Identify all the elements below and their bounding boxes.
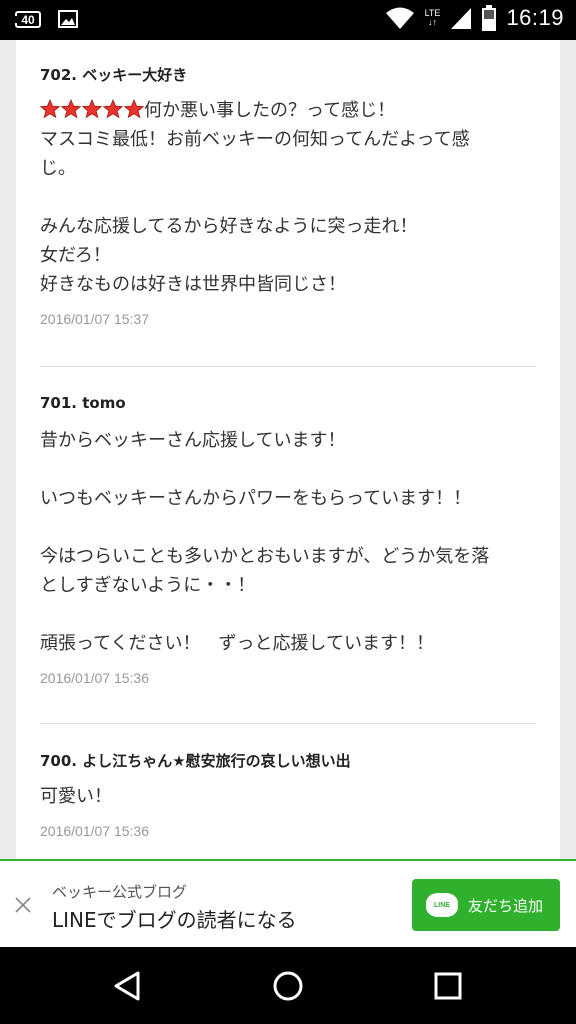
wifi-icon <box>385 7 414 29</box>
navigation-bar <box>0 947 576 1024</box>
comment-line: 今はつらいことも多いかとおもいますが、どうか気を落 <box>40 546 490 567</box>
home-icon[interactable] <box>271 969 305 1003</box>
comment-date: 2016/01/07 15:37 <box>40 311 149 327</box>
comment-item: 700. よし江ちゃん★慰安旅行の哀しい想い出 可愛い！ 2016/01/07 … <box>40 750 536 839</box>
comment-body: 何か悪い事したの？って感じ！ マスコミ最低！お前ベッキーの何知ってんだよって感 … <box>40 96 536 299</box>
comment-date: 2016/01/07 15:36 <box>40 670 149 686</box>
comment-line: みんな応援してるから好きなように突っ走れ！ <box>40 216 418 237</box>
banner-title: LINEでブログの読者になる <box>52 908 297 932</box>
svg-text:40: 40 <box>21 13 35 27</box>
clock: 16:19 <box>506 5 564 30</box>
recents-icon[interactable] <box>431 969 465 1003</box>
battery-icon <box>482 5 497 31</box>
comment-author: 700. よし江ちゃん★慰安旅行の哀しい想い出 <box>40 752 351 770</box>
back-icon[interactable] <box>111 969 145 1003</box>
status-bar: 40 LTE ↓↑ 16:19 <box>0 0 576 40</box>
banner-subtitle: ベッキー公式ブログ <box>52 883 188 901</box>
comment-line: としすぎないように・・！ <box>40 575 256 596</box>
comment-line: 可愛い！ <box>40 786 112 807</box>
close-icon[interactable] <box>13 895 33 915</box>
comment-list[interactable]: 702. ベッキー大好き 何か悪い事したの？って感じ！ マスコミ最低！お前ベッキ… <box>16 40 560 860</box>
comment-item: 701. tomo 昔からベッキーさん応援しています！ いつもベッキーさんからパ… <box>40 394 536 686</box>
divider <box>40 366 536 367</box>
comment-date: 2016/01/07 15:36 <box>40 823 149 839</box>
star-rating <box>40 99 144 119</box>
comment-line: じ。 <box>40 158 76 179</box>
notification-icon: 40 <box>14 11 41 28</box>
comment-line: 好きなものは好きは世界中皆同じさ！ <box>40 274 346 295</box>
signal-icon <box>451 8 472 29</box>
star-icon <box>103 99 123 119</box>
star-icon <box>82 99 102 119</box>
comment-line: 女だろ！ <box>40 245 111 266</box>
comment-line: 昔からベッキーさん応援しています！ <box>40 430 346 451</box>
star-icon <box>124 99 144 119</box>
star-icon <box>61 99 81 119</box>
line-logo-icon: LINE <box>426 893 458 917</box>
comment-line: いつもベッキーさんからパワーをもらっています！！ <box>40 488 472 509</box>
comment-body: 可愛い！ <box>40 782 536 811</box>
comment-line: 頑張ってください！ ずっと応援しています！！ <box>40 633 435 654</box>
image-icon <box>58 10 78 28</box>
line-banner: ベッキー公式ブログ LINEでブログの読者になる LINE 友だち追加 <box>0 859 576 947</box>
divider <box>40 723 536 724</box>
comment-line: 何か悪い事したの？って感じ！ <box>144 100 396 121</box>
network-type: LTE ↓↑ <box>424 8 441 27</box>
add-friend-label: 友だち追加 <box>468 896 544 915</box>
comment-body: 昔からベッキーさん応援しています！ いつもベッキーさんからパワーをもらっています… <box>40 426 536 658</box>
comment-line: マスコミ最低！お前ベッキーの何知ってんだよって感 <box>40 129 470 150</box>
comment-author: 701. tomo <box>40 394 126 412</box>
comment-item: 702. ベッキー大好き 何か悪い事したの？って感じ！ マスコミ最低！お前ベッキ… <box>40 64 536 327</box>
comment-author: 702. ベッキー大好き <box>40 66 188 84</box>
star-icon <box>40 99 60 119</box>
add-friend-button[interactable]: LINE 友だち追加 <box>412 879 560 931</box>
